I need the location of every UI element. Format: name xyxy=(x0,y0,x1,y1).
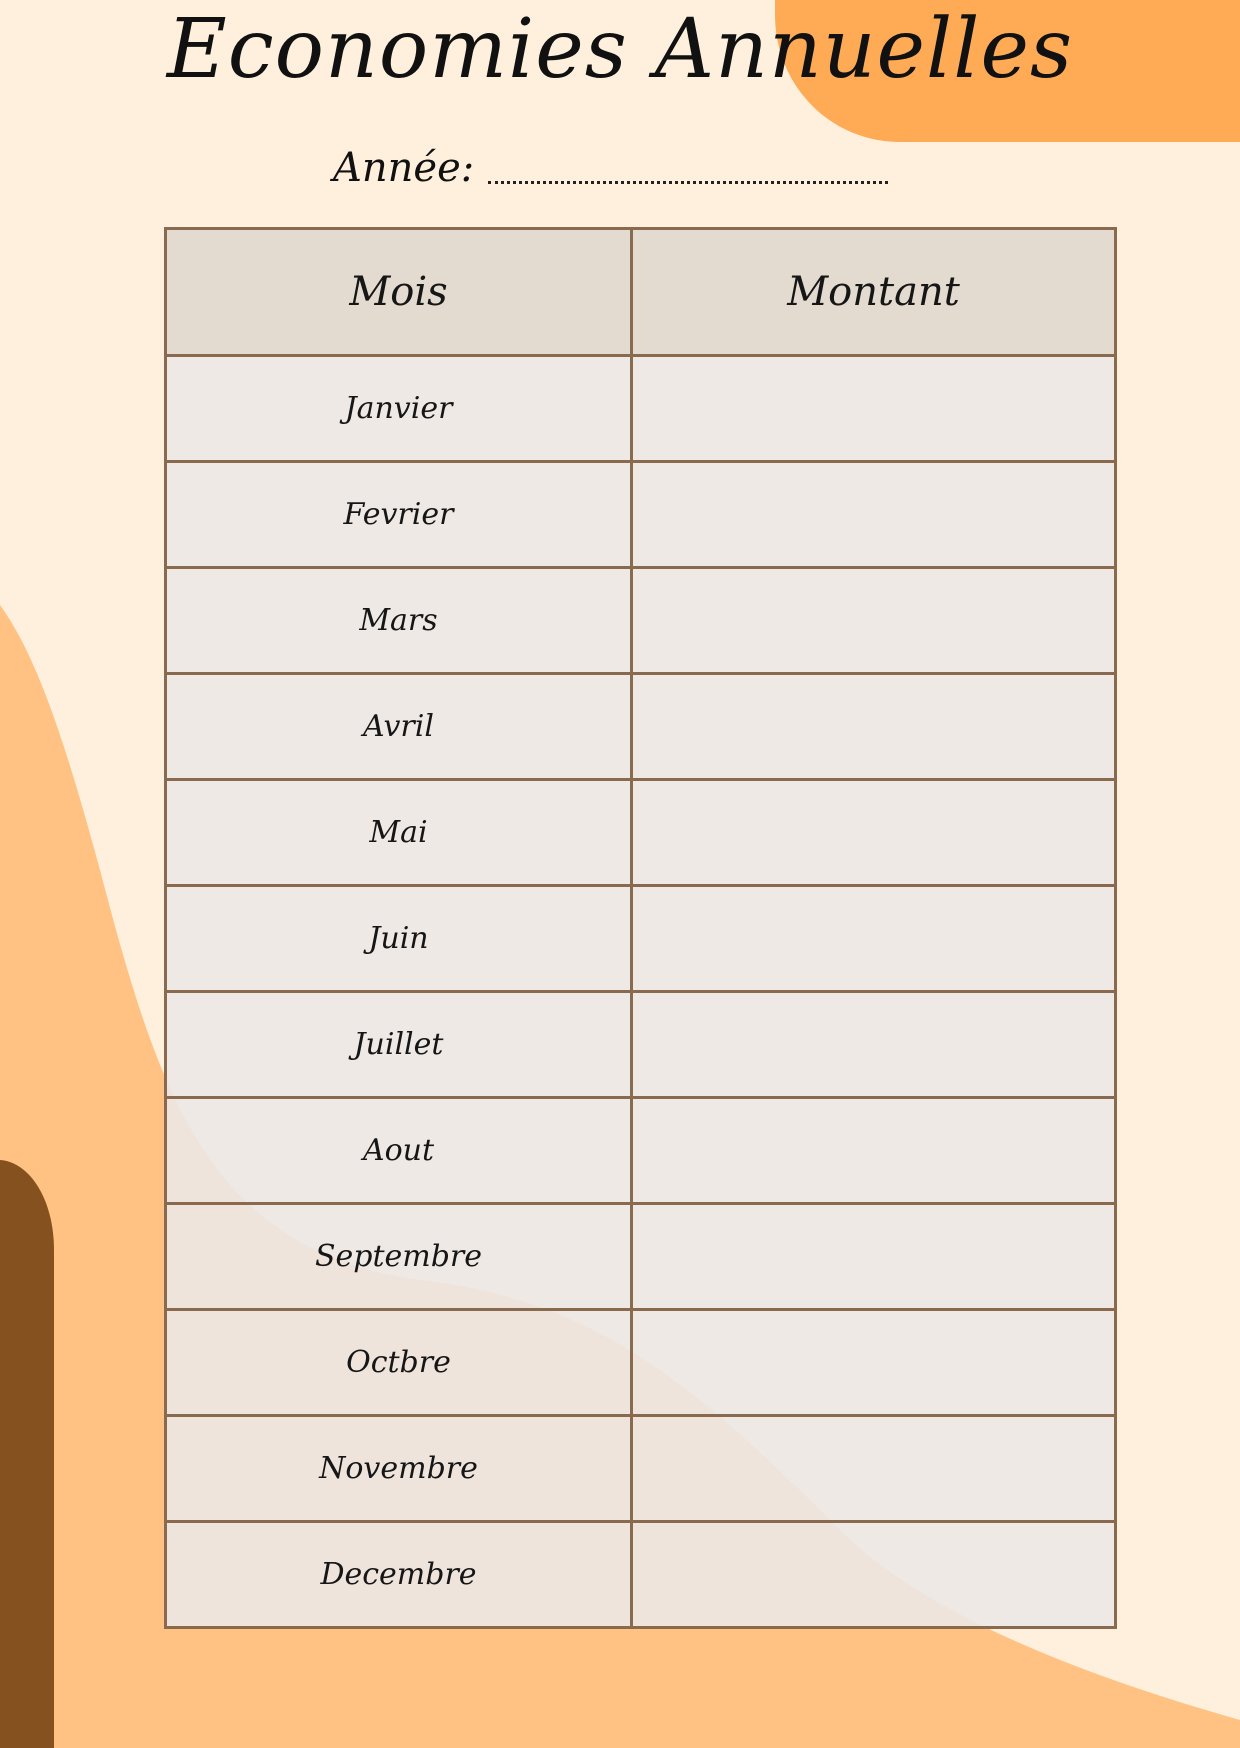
amount-cell xyxy=(630,1202,1117,1311)
month-cell: Juillet xyxy=(164,990,633,1099)
amount-cell xyxy=(630,990,1117,1099)
month-cell: Avril xyxy=(164,672,633,781)
month-cell: Janvier xyxy=(164,354,633,463)
brown-bar-shape xyxy=(0,1160,54,1748)
table-row: Mars xyxy=(164,566,1117,675)
amount-cell xyxy=(630,672,1117,781)
amount-cell xyxy=(630,1520,1117,1629)
month-cell: Juin xyxy=(164,884,633,993)
amount-cell xyxy=(630,1414,1117,1523)
table-row: Fevrier xyxy=(164,460,1117,569)
page-title: Economies Annuelles xyxy=(166,2,1074,97)
table-row: Janvier xyxy=(164,354,1117,463)
month-cell: Septembre xyxy=(164,1202,633,1311)
amount-cell xyxy=(630,1308,1117,1417)
amount-column-header: Montant xyxy=(630,227,1117,357)
table-row: Avril xyxy=(164,672,1117,781)
month-cell: Octbre xyxy=(164,1308,633,1417)
month-cell: Aout xyxy=(164,1096,633,1205)
table-row: Decembre xyxy=(164,1520,1117,1629)
amount-cell xyxy=(630,566,1117,675)
month-cell: Mai xyxy=(164,778,633,887)
month-cell: Fevrier xyxy=(164,460,633,569)
year-field: Année: xyxy=(333,128,889,191)
month-cell: Novembre xyxy=(164,1414,633,1523)
table-row: Juillet xyxy=(164,990,1117,1099)
table-header-row: Mois Montant xyxy=(164,227,1117,357)
amount-cell xyxy=(630,778,1117,887)
year-dotted-line xyxy=(488,181,889,184)
month-cell: Mars xyxy=(164,566,633,675)
amount-cell xyxy=(630,354,1117,463)
savings-table: Mois Montant Janvier Fevrier Mars Avril … xyxy=(164,227,1117,1629)
amount-cell xyxy=(630,1096,1117,1205)
amount-cell xyxy=(630,460,1117,569)
month-cell: Decembre xyxy=(164,1520,633,1629)
table-row: Octbre xyxy=(164,1308,1117,1417)
table-row: Mai xyxy=(164,778,1117,887)
table-row: Aout xyxy=(164,1096,1117,1205)
amount-cell xyxy=(630,884,1117,993)
table-row: Juin xyxy=(164,884,1117,993)
table-row: Novembre xyxy=(164,1414,1117,1523)
year-label: Année: xyxy=(333,145,475,191)
table-row: Septembre xyxy=(164,1202,1117,1311)
month-column-header: Mois xyxy=(164,227,633,357)
